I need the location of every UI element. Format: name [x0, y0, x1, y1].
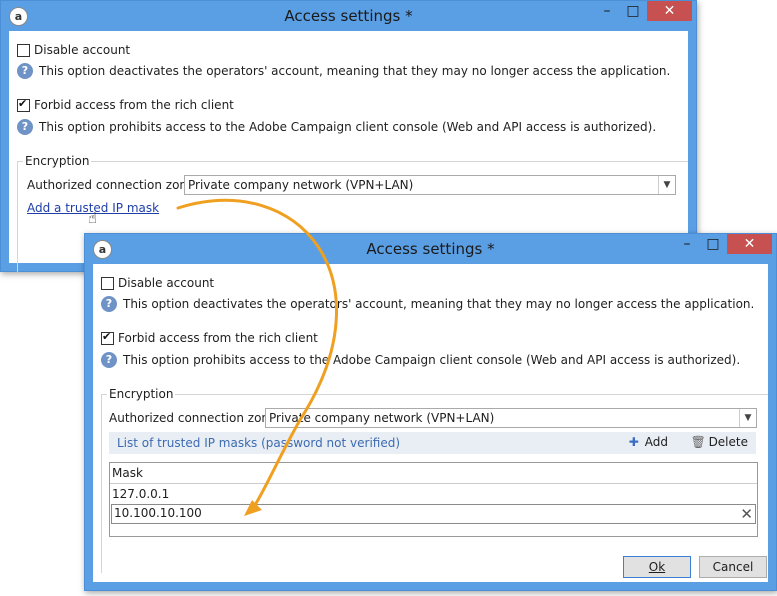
arrow-path: [176, 198, 339, 512]
curved-arrow-icon: [176, 198, 339, 516]
arrow-head: [244, 500, 262, 516]
